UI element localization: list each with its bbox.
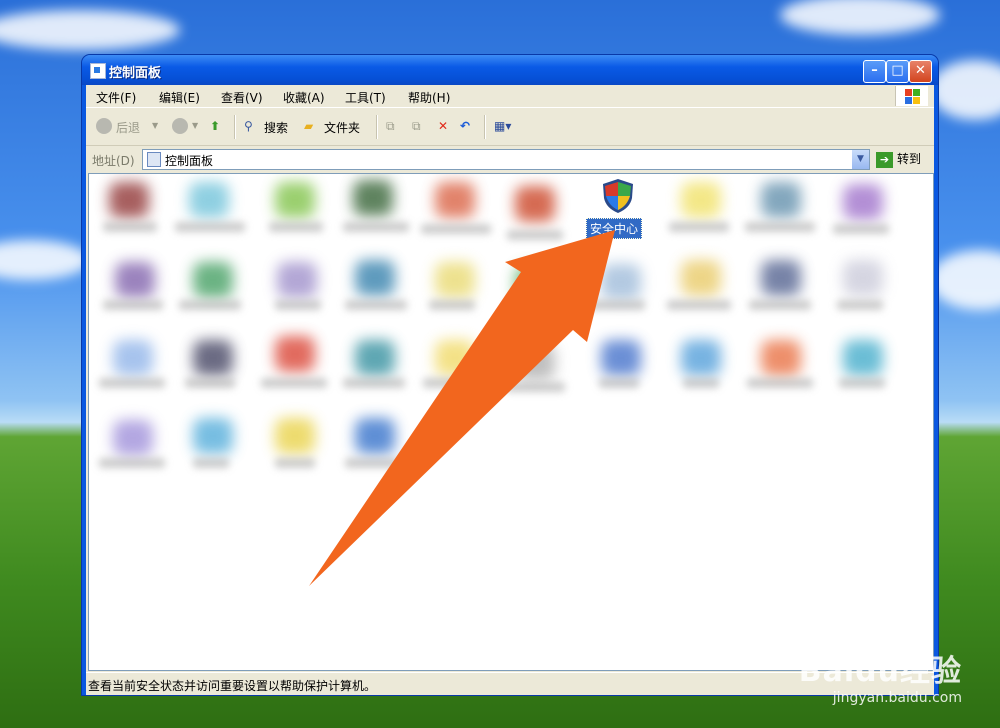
move-to-icon[interactable]: ⧉	[386, 119, 395, 134]
toolbar-separator	[376, 115, 378, 139]
menu-favorites[interactable]: 收藏(A)	[283, 89, 325, 106]
delete-icon[interactable]: ✕	[438, 119, 448, 133]
up-folder-icon[interactable]: ⬆	[210, 119, 220, 133]
go-arrow-icon: ➔	[876, 151, 893, 168]
control-panel-icon	[147, 152, 161, 167]
title-bar[interactable]: 控制面板 – □ ✕	[82, 55, 938, 85]
maximize-button[interactable]: □	[886, 60, 909, 83]
address-bar: 地址(D) 控制面板 ▼ ➔ 转到	[86, 147, 934, 171]
control-panel-items: 安全中心	[88, 173, 934, 671]
cloud	[0, 240, 90, 280]
copy-to-icon[interactable]: ⧉	[412, 119, 421, 134]
forward-arrow-icon[interactable]	[172, 118, 188, 134]
control-panel-icon	[90, 63, 106, 79]
watermark-url: jingyan.baidu.com	[832, 690, 962, 706]
views-icon[interactable]: ▦▾	[494, 119, 511, 133]
menu-tools[interactable]: 工具(T)	[345, 89, 386, 106]
close-button[interactable]: ✕	[909, 60, 932, 83]
go-button[interactable]: ➔ 转到	[876, 150, 921, 168]
control-panel-window: 控制面板 – □ ✕ 文件(F) 编辑(E) 查看(V) 收藏(A) 工具(T)…	[82, 55, 938, 695]
chevron-down-icon[interactable]: ▼	[852, 150, 869, 169]
cloud	[0, 10, 180, 50]
status-text: 查看当前安全状态并访问重要设置以帮助保护计算机。	[88, 679, 377, 693]
annotation-arrow	[309, 230, 615, 586]
back-arrow-icon	[96, 118, 112, 134]
window-title: 控制面板	[109, 66, 162, 81]
minimize-button[interactable]: –	[863, 60, 886, 83]
menu-edit[interactable]: 编辑(E)	[159, 89, 200, 106]
back-dropdown-icon[interactable]: ▼	[152, 121, 158, 130]
cloud	[930, 250, 1000, 310]
menu-help[interactable]: 帮助(H)	[408, 89, 450, 106]
windows-logo-icon	[895, 86, 928, 106]
search-button[interactable]: 搜索	[264, 119, 288, 136]
folders-button[interactable]: 文件夹	[324, 119, 360, 136]
search-icon: ⚲	[244, 119, 253, 133]
toolbar-separator	[484, 115, 486, 139]
address-input[interactable]: 控制面板 ▼	[142, 149, 870, 170]
menu-file[interactable]: 文件(F)	[96, 89, 136, 106]
toolbar: 后退 ▼ ▼ ⬆ ⚲ 搜索 ▰ 文件夹 ⧉ ⧉ ✕ ↶ ▦▾	[86, 109, 934, 146]
menu-view[interactable]: 查看(V)	[221, 89, 263, 106]
undo-icon[interactable]: ↶	[460, 119, 470, 133]
menu-bar: 文件(F) 编辑(E) 查看(V) 收藏(A) 工具(T) 帮助(H)	[86, 85, 934, 108]
baidu-watermark: Baidu经验 jingyan.baidu.com	[799, 646, 962, 706]
window-body: 文件(F) 编辑(E) 查看(V) 收藏(A) 工具(T) 帮助(H) 后退 ▼…	[86, 85, 934, 695]
address-value: 控制面板	[165, 154, 214, 168]
forward-dropdown-icon[interactable]: ▼	[192, 121, 198, 130]
address-label: 地址(D)	[92, 154, 135, 168]
cloud	[780, 0, 940, 35]
watermark-brand: Baidu经验	[798, 654, 962, 689]
back-button[interactable]: 后退	[116, 119, 140, 136]
toolbar-separator	[234, 115, 236, 139]
cloud	[930, 60, 1000, 120]
go-label: 转到	[897, 152, 922, 166]
folder-icon: ▰	[304, 119, 314, 133]
